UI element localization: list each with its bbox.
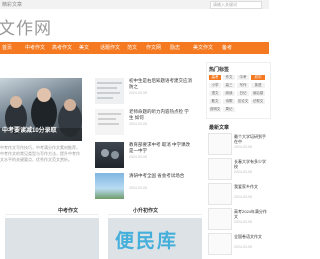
article-thumbnail [95, 142, 124, 168]
article-date: 2024-03-05 [129, 186, 147, 190]
article-title[interactable]: 清研中考全国 省会考试场合 [129, 173, 193, 179]
site-logo[interactable]: 文作网 [0, 14, 52, 39]
watermark-logo: 便民库 [115, 230, 179, 252]
tag[interactable]: 高考 [209, 75, 221, 80]
nav-item[interactable]: 备考 [222, 44, 232, 51]
tags-title: 热门标签 [209, 67, 230, 73]
hero-image[interactable]: 中考要读减10分录取 [0, 78, 82, 141]
tag[interactable]: 作文 [223, 75, 235, 80]
section-title-right[interactable]: 小升初作文 [133, 207, 158, 214]
main-nav: 首页 中考作文 高考作文 美文 话题作文 范文 作文网 励志 美文作文 备考 [0, 42, 269, 54]
latest-item[interactable]: 我爱家乡作文 2024-03-05 [208, 183, 268, 207]
tag[interactable]: 语文 [209, 91, 221, 96]
nav-item[interactable]: 高考作文 [52, 44, 72, 51]
tag[interactable]: 周记 [223, 107, 235, 112]
tag[interactable]: 日记 [237, 91, 249, 96]
nav-item[interactable]: 作文网 [146, 44, 161, 51]
latest-item-date: 2024-03-05 [234, 220, 252, 224]
latest-thumbnail [208, 133, 232, 155]
section-image-left[interactable] [5, 218, 99, 259]
tag[interactable]: 阅读 [223, 91, 235, 96]
latest-item[interactable]: 高考2024年满分作文 2024-03-05 [208, 208, 268, 232]
article-title[interactable]: 初中生是右后知题语考建交应消防之 [129, 78, 193, 90]
nav-item[interactable]: 首页 [2, 44, 12, 51]
top-bar-text: 精彩文章 [2, 2, 23, 8]
section-divider [108, 214, 202, 215]
tag[interactable]: 高三 [223, 83, 235, 88]
search-input[interactable]: 请输入关键词 [210, 1, 262, 9]
article-date: 2024-03-05 [129, 91, 147, 95]
latest-item-date: 2024-03-05 [234, 195, 252, 199]
latest-title: 最新文章 [209, 125, 230, 131]
tag[interactable]: 诗歌 [223, 99, 235, 104]
latest-item-title[interactable]: 高考2024年满分作文 [234, 209, 268, 219]
nav-item[interactable]: 美文 [79, 44, 89, 51]
nav-item[interactable]: 励志 [170, 44, 180, 51]
latest-item-date: 2024-03-05 [234, 145, 252, 149]
article-thumbnail [95, 109, 124, 135]
section-divider [5, 214, 99, 215]
tag[interactable]: 英语 [251, 83, 265, 88]
nav-item[interactable]: 美文作文 [193, 44, 213, 51]
article-thumbnail [95, 78, 124, 104]
latest-item[interactable]: 长春大学有多少学校 2024-03-05 [208, 158, 268, 182]
nav-item[interactable]: 话题作文 [100, 44, 120, 51]
section-title-left[interactable]: 中考作文 [58, 207, 78, 214]
tag[interactable]: 初中 [251, 75, 265, 80]
latest-item-date: 2024-03-05 [234, 245, 252, 249]
latest-thumbnail [208, 183, 232, 205]
latest-item-title[interactable]: 长春大学有多少学校 [234, 159, 268, 169]
nav-item[interactable]: 范文 [127, 44, 137, 51]
article-item[interactable]: 教育部要求中考 取消 中学课改是一中学 2024-03-05 [95, 142, 195, 172]
article-title[interactable]: 教育部要求中考 取消 中学课改是一中学 [129, 142, 193, 154]
latest-thumbnail [208, 233, 232, 255]
latest-item-title[interactable]: 最个大学培研到手在中 [234, 134, 268, 144]
latest-item[interactable]: 全国卷语文作文 2024-03-05 [208, 233, 268, 257]
hero-caption: 中考要读减10分录取 [2, 128, 57, 134]
latest-item[interactable]: 最个大学培研到手在中 2024-03-05 [208, 133, 268, 157]
article-date: 2024-03-05 [129, 122, 147, 126]
tag[interactable]: 中考 [237, 75, 249, 80]
article-item[interactable]: 老师命题的听力内容热点检 学生 如何 2024-03-05 [95, 109, 195, 139]
hero-description: 中考作文写作技巧，中考满分作文素材推荐，中考作文的常见类型与写作方法，提升中考作… [0, 145, 80, 162]
article-item[interactable]: 清研中考全国 省会考试场合 2024-03-05 [95, 173, 195, 203]
article-thumbnail [95, 173, 124, 199]
tag[interactable]: 说明文 [209, 107, 221, 112]
top-bar: 精彩文章 请输入关键词 [0, 0, 269, 9]
tag[interactable]: 小学 [209, 83, 221, 88]
latest-item-date: 2024-03-05 [234, 170, 252, 174]
article-item[interactable]: 初中生是右后知题语考建交应消防之 2024-03-05 [95, 78, 195, 108]
tag[interactable]: 议论文 [237, 99, 249, 104]
article-title[interactable]: 老师命题的听力内容热点检 学生 如何 [129, 109, 193, 121]
tag[interactable]: 读后感 [251, 91, 265, 96]
nav-item[interactable]: 中考作文 [25, 44, 45, 51]
latest-thumbnail [208, 208, 232, 230]
article-date: 2024-03-05 [129, 155, 147, 159]
tag[interactable]: 记叙文 [251, 99, 265, 104]
latest-item-title[interactable]: 我爱家乡作文 [234, 184, 268, 189]
tag[interactable]: 写作 [237, 83, 249, 88]
latest-thumbnail [208, 158, 232, 180]
latest-item-title[interactable]: 全国卷语文作文 [234, 234, 268, 239]
tag[interactable]: 散文 [209, 99, 221, 104]
